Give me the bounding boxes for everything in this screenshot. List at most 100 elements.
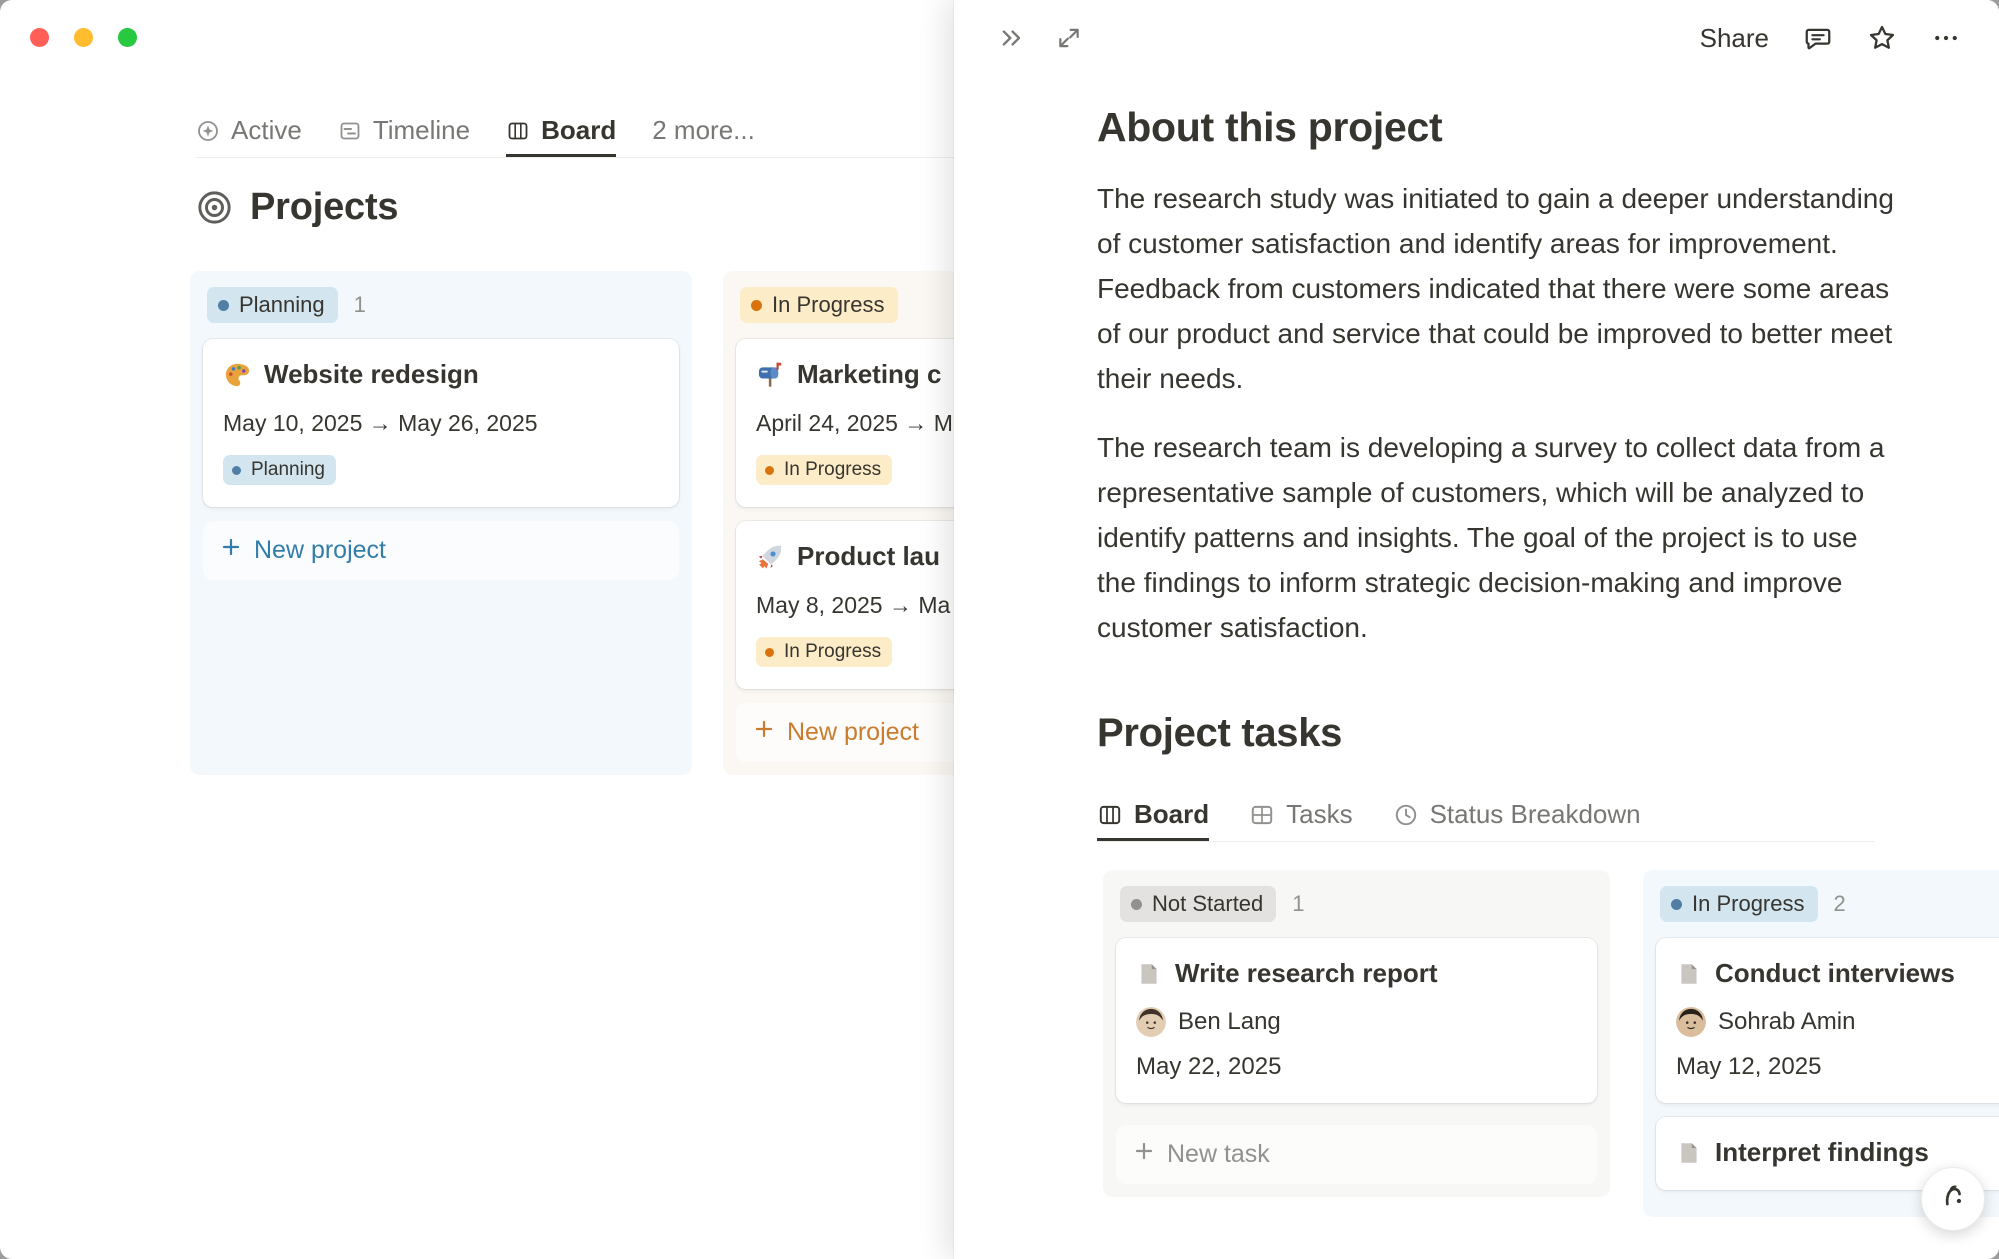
minimize-button[interactable] [74,28,93,47]
share-button[interactable]: Share [1700,23,1769,54]
page-icon [1136,961,1162,987]
favorite-star-icon[interactable] [1867,23,1897,53]
clock-icon [1393,802,1419,828]
card-title: Conduct interviews [1715,958,1955,989]
view-tab-label: Timeline [373,115,470,146]
column-count: 2 [1834,891,1846,917]
board-icon [1097,802,1123,828]
view-tab-board[interactable]: Board [506,104,616,157]
new-project-label: New project [254,536,386,565]
column-name: In Progress [772,292,885,318]
collapse-panel-icon[interactable] [998,24,1026,52]
status-dot [765,466,774,475]
panel-body: About this project The research study wa… [954,76,1999,1259]
card-date: May 12, 2025 [1676,1053,1999,1081]
tasks-tab-status-breakdown[interactable]: Status Breakdown [1393,788,1641,841]
column-planning: Planning 1 Website redesign May 10, 2025… [190,271,692,775]
card-title: Write research report [1175,958,1438,989]
page-icon [1676,1140,1702,1166]
status-pill-in-progress: In Progress [740,287,898,323]
view-tab-bar: Active Timeline Board 2 more... [196,104,964,158]
timeline-icon [338,119,362,143]
tasks-tab-label: Tasks [1286,799,1352,830]
assignee-avatar [1136,1007,1166,1037]
page-icon [1676,961,1702,987]
assignee-name: Ben Lang [1178,1008,1281,1036]
new-task-label: New task [1167,1140,1270,1169]
card-status-pill: In Progress [756,455,892,485]
project-card-website-redesign[interactable]: Website redesign May 10, 2025 → May 26, … [203,339,679,507]
view-tab-timeline[interactable]: Timeline [338,104,470,157]
new-task-button[interactable]: New task [1116,1125,1597,1184]
expand-page-icon[interactable] [1056,25,1082,51]
column-name: Planning [239,292,325,318]
status-pill-not-started: Not Started [1120,886,1276,922]
column-not-started: Not Started 1 Write research report [1103,870,1610,1197]
new-project-label: New project [787,718,919,747]
tasks-heading: Project tasks [1097,708,1999,758]
notion-window: Active Timeline Board 2 more... [0,0,1999,1259]
plus-icon [752,717,776,748]
tasks-tab-label: Status Breakdown [1430,799,1641,830]
page-title: Projects [250,186,398,229]
plus-icon [219,535,243,566]
view-tab-label: Board [541,115,616,146]
tasks-board: Not Started 1 Write research report [1103,870,1999,1217]
tasks-tab-tasks[interactable]: Tasks [1249,788,1352,841]
comments-icon[interactable] [1803,23,1833,53]
status-pill-planning: Planning [207,287,338,323]
ai-face-icon [1936,1180,1970,1219]
task-card-write-research-report[interactable]: Write research report Ben Lang May 22, 2… [1116,938,1597,1103]
rocket-icon [756,543,784,571]
tasks-tab-board[interactable]: Board [1097,788,1209,841]
more-options-icon[interactable] [1931,23,1961,53]
panel-toolbar: Share [954,0,1999,76]
status-dot [765,648,774,657]
status-dot [751,300,762,311]
view-tab-more[interactable]: 2 more... [652,104,755,157]
card-title: Website redesign [264,359,479,390]
column-header: Planning 1 [207,287,675,323]
card-dates: May 10, 2025 → May 26, 2025 [223,410,659,437]
status-pill-in-progress: In Progress [1660,886,1818,922]
target-icon [196,189,233,226]
notion-ai-button[interactable] [1921,1167,1985,1231]
assignee-name: Sohrab Amin [1718,1008,1855,1036]
card-date: May 22, 2025 [1136,1053,1577,1081]
card-title: Marketing c [797,359,942,390]
card-title: Interpret findings [1715,1137,1929,1168]
status-dot [232,466,241,475]
tasks-tab-label: Board [1134,799,1209,830]
page-title-row: Projects [196,186,398,229]
column-count: 1 [1292,891,1304,917]
about-paragraph-1: The research study was initiated to gain… [1097,176,1902,401]
about-heading: About this project [1097,102,1999,152]
about-paragraph-2: The research team is developing a survey… [1097,425,1902,650]
view-tab-active[interactable]: Active [196,104,302,157]
card-status-pill: Planning [223,455,336,485]
card-status-label: Planning [251,459,325,481]
table-icon [1249,802,1275,828]
active-badge-icon [196,119,220,143]
card-title: Product lau [797,541,940,572]
assignee-avatar [1676,1007,1706,1037]
zoom-button[interactable] [118,28,137,47]
close-button[interactable] [30,28,49,47]
palette-icon [223,361,251,389]
card-status-label: In Progress [784,459,881,481]
column-name: Not Started [1152,891,1263,917]
traffic-lights [30,28,137,47]
board-icon [506,119,530,143]
column-header: In Progress 2 [1660,886,1999,922]
mailbox-icon [756,361,784,389]
view-tab-label: Active [231,115,302,146]
view-tab-label: 2 more... [652,115,755,146]
new-project-button[interactable]: New project [203,521,679,580]
column-count: 1 [354,292,366,318]
side-peek-panel: Share About this project The research st… [954,0,1999,1259]
plus-icon [1132,1139,1156,1170]
column-header: Not Started 1 [1120,886,1593,922]
task-card-conduct-interviews[interactable]: Conduct interviews Sohrab Amin May 12, 2… [1656,938,1999,1103]
tasks-view-tab-bar: Board Tasks Status Breakdown [1097,788,1875,842]
card-status-label: In Progress [784,641,881,663]
